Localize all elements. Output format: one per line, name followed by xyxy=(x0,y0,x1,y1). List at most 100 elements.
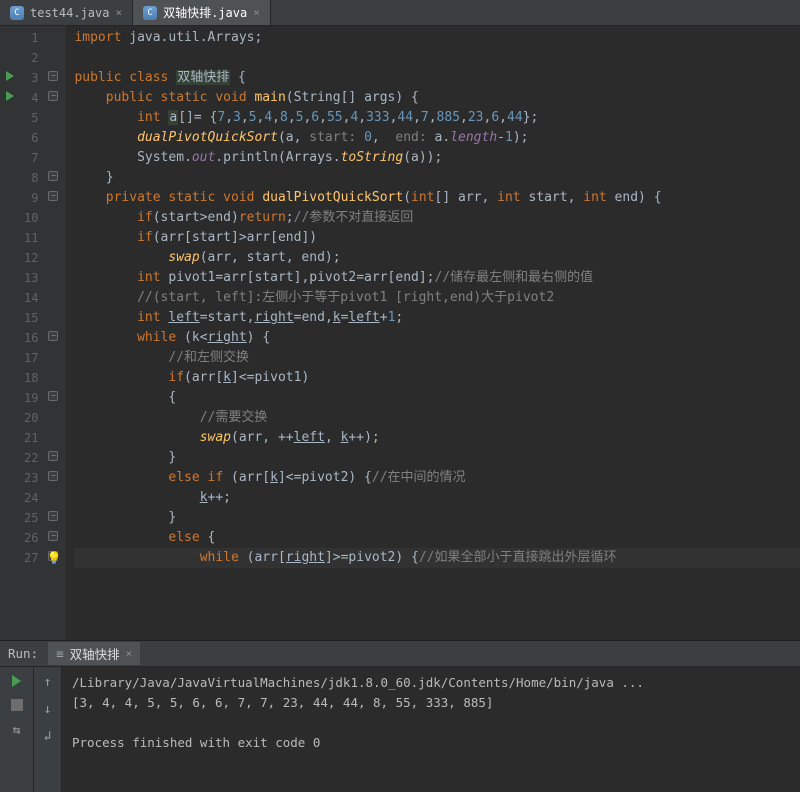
rerun-icon[interactable] xyxy=(12,675,21,687)
close-icon[interactable]: × xyxy=(126,647,133,660)
code-line[interactable]: if(start>end)return;//参数不对直接返回 xyxy=(74,208,800,228)
wrap-icon[interactable]: ↲ xyxy=(44,729,52,744)
line-number-gutter: 1234567891011121314151617181920212223242… xyxy=(20,26,44,640)
code-line[interactable]: if(arr[start]>arr[end]) xyxy=(74,228,800,248)
code-line[interactable]: while (arr[right]>=pivot2) {//如果全部小于直接跳出… xyxy=(74,548,800,568)
line-number: 21 xyxy=(24,428,38,448)
line-number: 16 xyxy=(24,328,38,348)
fold-toggle-icon[interactable]: − xyxy=(48,191,58,201)
line-number: 20 xyxy=(24,408,38,428)
line-number: 2 xyxy=(24,48,38,68)
run-gutter xyxy=(0,26,20,640)
code-line[interactable]: k++; xyxy=(74,488,800,508)
stop-icon[interactable] xyxy=(11,699,23,711)
run-line-icon[interactable] xyxy=(6,71,14,81)
intention-bulb-icon[interactable]: 💡 xyxy=(46,548,61,568)
fold-toggle-icon[interactable]: − xyxy=(48,171,58,181)
code-line[interactable]: public static void main(String[] args) { xyxy=(74,88,800,108)
code-line[interactable] xyxy=(74,48,800,68)
close-icon[interactable]: × xyxy=(253,6,260,19)
line-number: 4 xyxy=(24,88,38,108)
line-number: 13 xyxy=(24,268,38,288)
java-file-icon: C xyxy=(143,6,157,20)
code-area[interactable]: import java.util.Arrays; public class 双轴快… xyxy=(66,26,800,640)
fold-toggle-icon[interactable]: − xyxy=(48,391,58,401)
fold-toggle-icon[interactable]: − xyxy=(48,71,58,81)
console-line: [3, 4, 4, 5, 5, 6, 6, 7, 7, 23, 44, 44, … xyxy=(72,693,790,713)
fold-toggle-icon[interactable]: − xyxy=(48,471,58,481)
code-line[interactable]: //和左侧交换 xyxy=(74,348,800,368)
tab-test44[interactable]: C test44.java × xyxy=(0,0,133,25)
line-number: 15 xyxy=(24,308,38,328)
code-line[interactable]: } xyxy=(74,448,800,468)
code-line[interactable]: public class 双轴快排 { xyxy=(74,68,800,88)
line-number: 10 xyxy=(24,208,38,228)
fold-toggle-icon[interactable]: − xyxy=(48,511,58,521)
code-line[interactable]: import java.util.Arrays; xyxy=(74,28,800,48)
run-config-tab[interactable]: ≡ 双轴快排 × xyxy=(48,642,140,665)
fold-toggle-icon[interactable]: − xyxy=(48,531,58,541)
line-number: 11 xyxy=(24,228,38,248)
editor-tabs: C test44.java × C 双轴快排.java × xyxy=(0,0,800,26)
line-number: 7 xyxy=(24,148,38,168)
code-line[interactable]: else if (arr[k]<=pivot2) {//在中间的情况 xyxy=(74,468,800,488)
line-number: 17 xyxy=(24,348,38,368)
run-config-label: 双轴快排 xyxy=(70,644,120,663)
close-icon[interactable]: × xyxy=(115,6,122,19)
tab-label: 双轴快排.java xyxy=(163,4,247,21)
line-number: 26 xyxy=(24,528,38,548)
line-number: 3 xyxy=(24,68,38,88)
code-line[interactable]: //需要交换 xyxy=(74,408,800,428)
code-line[interactable]: else { xyxy=(74,528,800,548)
line-number: 8 xyxy=(24,168,38,188)
tab-dualpivot[interactable]: C 双轴快排.java × xyxy=(133,0,271,25)
code-line[interactable]: if(arr[k]<=pivot1) xyxy=(74,368,800,388)
down-icon[interactable]: ↓ xyxy=(44,702,52,717)
line-number: 5 xyxy=(24,108,38,128)
line-number: 6 xyxy=(24,128,38,148)
code-line[interactable]: int a[]= {7,3,5,4,8,5,6,55,4,333,44,7,88… xyxy=(74,108,800,128)
layout-icon[interactable]: ⇆ xyxy=(13,723,21,738)
code-line[interactable]: int left=start,right=end,k=left+1; xyxy=(74,308,800,328)
fold-toggle-icon[interactable]: − xyxy=(48,451,58,461)
code-line[interactable]: } xyxy=(74,168,800,188)
code-line[interactable]: //(start, left]:左侧小于等于pivot1 [right,end)… xyxy=(74,288,800,308)
run-config-icon: ≡ xyxy=(56,646,64,661)
tab-label: test44.java xyxy=(30,6,109,20)
line-number: 22 xyxy=(24,448,38,468)
code-line[interactable]: System.out.println(Arrays.toString(a)); xyxy=(74,148,800,168)
line-number: 12 xyxy=(24,248,38,268)
java-file-icon: C xyxy=(10,6,24,20)
line-number: 18 xyxy=(24,368,38,388)
run-line-icon[interactable] xyxy=(6,91,14,101)
console-line xyxy=(72,713,790,733)
code-line[interactable]: swap(arr, ++left, k++); xyxy=(74,428,800,448)
code-line[interactable]: swap(arr, start, end); xyxy=(74,248,800,268)
fold-toggle-icon[interactable]: − xyxy=(48,91,58,101)
line-number: 23 xyxy=(24,468,38,488)
line-number: 14 xyxy=(24,288,38,308)
console-line: Process finished with exit code 0 xyxy=(72,733,790,753)
run-toolbar: ⇆ xyxy=(0,667,34,792)
line-number: 25 xyxy=(24,508,38,528)
fold-gutter: −−−−−−−−−−−💡 xyxy=(44,26,66,640)
code-line[interactable]: { xyxy=(74,388,800,408)
up-icon[interactable]: ↑ xyxy=(44,675,52,690)
console-output[interactable]: /Library/Java/JavaVirtualMachines/jdk1.8… xyxy=(62,667,800,792)
line-number: 24 xyxy=(24,488,38,508)
line-number: 9 xyxy=(24,188,38,208)
run-label: Run: xyxy=(8,646,38,661)
run-toolwindow: Run: ≡ 双轴快排 × ⇆ ↑ ↓ ↲ /Library/Java/Java… xyxy=(0,640,800,792)
code-line[interactable]: int pivot1=arr[start],pivot2=arr[end];//… xyxy=(74,268,800,288)
console-line: /Library/Java/JavaVirtualMachines/jdk1.8… xyxy=(72,673,790,693)
code-line[interactable]: private static void dualPivotQuickSort(i… xyxy=(74,188,800,208)
code-line[interactable]: } xyxy=(74,508,800,528)
line-number: 1 xyxy=(24,28,38,48)
code-line[interactable]: while (k<right) { xyxy=(74,328,800,348)
fold-toggle-icon[interactable]: − xyxy=(48,331,58,341)
line-number: 19 xyxy=(24,388,38,408)
line-number: 27 xyxy=(24,548,38,568)
code-line[interactable]: dualPivotQuickSort(a, start: 0, end: a.l… xyxy=(74,128,800,148)
run-header: Run: ≡ 双轴快排 × xyxy=(0,641,800,667)
code-editor[interactable]: 1234567891011121314151617181920212223242… xyxy=(0,26,800,640)
